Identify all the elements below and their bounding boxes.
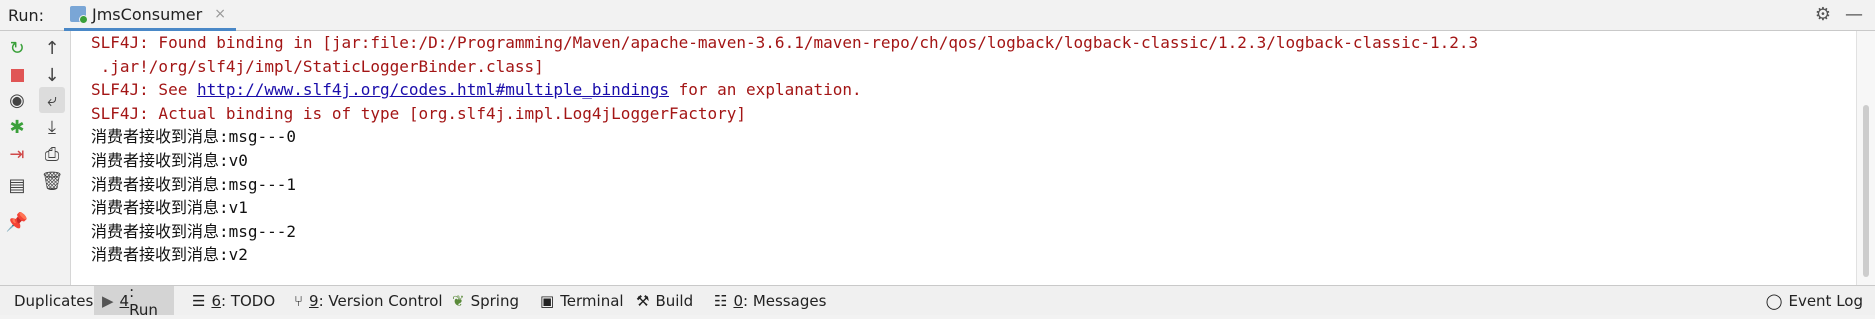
soft-wrap-icon[interactable]: ⤶ — [39, 87, 65, 113]
rerun-icon[interactable]: ↻ — [4, 35, 30, 61]
tool-version-control[interactable]: ⑂ 9: Version Control — [286, 286, 451, 315]
console-line: SLF4J: See http://www.slf4j.org/codes.ht… — [91, 80, 862, 100]
scroll-to-end-icon[interactable]: ⤓ — [39, 114, 65, 140]
arrow-down-icon[interactable]: ↓ — [39, 62, 65, 88]
run-icon: ▶ — [102, 291, 114, 310]
tool-duplicates[interactable]: Duplicates — [6, 286, 101, 315]
top-right-actions: ⚙ — — [1815, 4, 1863, 25]
run-config-icon — [70, 6, 88, 24]
console-line: 消费者接收到消息:msg---1 — [91, 174, 297, 194]
console-line: SLF4J: Found binding in [jar:file:/D:/Pr… — [91, 33, 1479, 52]
console-line: 消费者接收到消息:msg---2 — [91, 221, 297, 241]
exit-icon[interactable]: ⇥ — [4, 141, 30, 167]
tool-todo[interactable]: ☰ 6: TODO — [184, 286, 283, 315]
tool-spring[interactable]: ❦ Spring — [444, 286, 527, 315]
speech-bubble-icon: ◯ — [1765, 291, 1783, 310]
spring-leaf-icon: ❦ — [452, 291, 465, 310]
close-icon[interactable]: × — [214, 6, 226, 22]
run-actions-column: ↻ ◉ ✱ ⇥ ▤ 📌 — [0, 31, 35, 285]
layout-icon[interactable]: ▤ — [4, 172, 30, 198]
console-line: 消费者接收到消息:v2 — [91, 245, 248, 265]
branch-icon: ⑂ — [294, 291, 304, 310]
todo-icon: ☰ — [192, 291, 206, 310]
trash-icon[interactable]: 🗑 — [39, 168, 65, 194]
scrollbar-thumb[interactable] — [1863, 105, 1869, 277]
print-icon[interactable]: ⎙ — [39, 141, 65, 167]
run-label: Run: — [8, 6, 45, 25]
console-line: 消费者接收到消息:v1 — [91, 198, 248, 218]
console-line: SLF4J: Actual binding is of type [org.sl… — [91, 103, 747, 123]
messages-icon: ☷ — [714, 291, 728, 310]
console-line: .jar!/org/slf4j/impl/StaticLoggerBinder.… — [91, 56, 544, 76]
console-line: 消费者接收到消息:msg---0 — [91, 127, 297, 147]
tool-terminal[interactable]: ▣ Terminal — [532, 286, 632, 315]
tool-build[interactable]: ⚒ Build — [628, 286, 701, 315]
stop-icon[interactable] — [4, 62, 30, 88]
tool-run[interactable]: ▶ 4: Run — [94, 283, 174, 319]
arrow-up-icon[interactable]: ↑ — [39, 35, 65, 61]
console-output[interactable]: SLF4J: Found binding in [jar:file:/D:/Pr… — [71, 31, 1857, 285]
debug-icon[interactable]: ✱ — [4, 114, 30, 140]
console-line: 消费者接收到消息:v0 — [91, 150, 248, 170]
camera-icon[interactable]: ◉ — [4, 87, 30, 113]
pin-icon[interactable]: 📌 — [4, 209, 30, 235]
hammer-icon: ⚒ — [636, 291, 650, 310]
slf4j-link[interactable]: http://www.slf4j.org/codes.html#multiple… — [197, 80, 669, 99]
minimize-icon[interactable]: — — [1845, 4, 1863, 25]
gear-icon[interactable]: ⚙ — [1815, 4, 1831, 25]
tab-title: JmsConsumer — [92, 4, 203, 24]
tool-messages[interactable]: ☷ 0: Messages — [706, 286, 834, 315]
run-toolbar: Run: JmsConsumer × ⚙ — — [0, 0, 1875, 31]
console-actions-column: ↑ ↓ ⤶ ⤓ ⎙ 🗑 — [34, 31, 71, 285]
tool-window-bar: Duplicates ▶ 4: Run ☰ 6: TODO ⑂ 9: Versi… — [0, 283, 1875, 319]
terminal-icon: ▣ — [540, 291, 555, 310]
vertical-scrollbar[interactable] — [1856, 31, 1875, 285]
tab-jmsconsumer[interactable]: JmsConsumer × — [64, 0, 236, 31]
event-log-button[interactable]: ◯ Event Log — [1766, 286, 1863, 315]
